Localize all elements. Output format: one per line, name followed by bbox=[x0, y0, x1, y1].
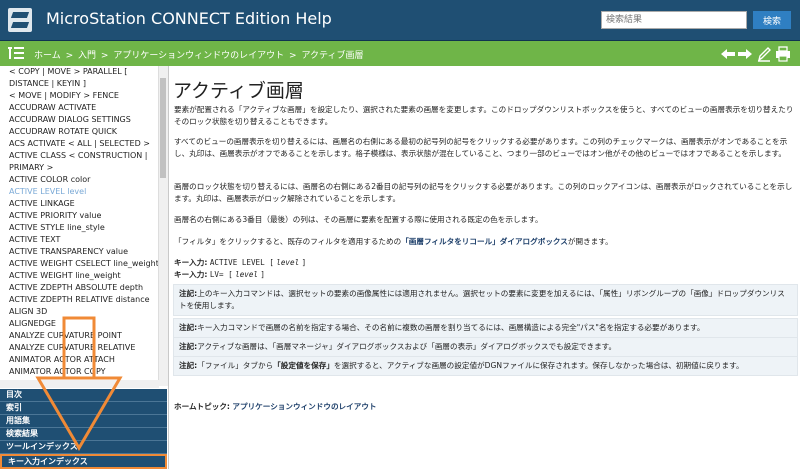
index-item[interactable]: ACTIVE STYLE line_style bbox=[0, 222, 159, 234]
index-item[interactable]: ANIMATOR ACTOR ATTACH bbox=[0, 354, 159, 366]
breadcrumb-current: アクティブ画層 bbox=[301, 51, 364, 61]
nav-tab[interactable]: 目次 bbox=[0, 389, 167, 402]
home-topic-link[interactable]: アプリケーションウィンドウのレイアウト bbox=[232, 402, 376, 411]
keyin-line-1: キー入力: ACTIVE LEVEL [ level ] bbox=[174, 258, 307, 267]
keyin-index-list: < COPY | MOVE > PARALLEL [DISTANCE | KEY… bbox=[0, 66, 159, 380]
index-item[interactable]: ACTIVE CLASS < CONSTRUCTION | bbox=[0, 150, 159, 162]
back-arrow-icon[interactable] bbox=[720, 45, 736, 63]
toc-toggle-icon[interactable] bbox=[8, 46, 24, 60]
toolbar bbox=[720, 45, 792, 63]
index-item[interactable]: ACTIVE WEIGHT CSELECT line_weight bbox=[0, 258, 159, 270]
note-4: 注記:「ファイル」タブから「設定値を保存」を選択すると、アクティブな画層の設定値… bbox=[173, 356, 798, 376]
note-1: 注記:上のキー入力コマンドは、選択セットの要素の画像属性には適用されません。選択… bbox=[173, 284, 798, 316]
paragraph-4: 画層名の右側にある3番目（最後）の列は、その画層に要素を配置する際に使用される既… bbox=[174, 215, 543, 224]
nav-tabs: 目次 索引 用語集 検索結果 ツールインデックス キー入力インデックス bbox=[0, 389, 167, 469]
search-input[interactable] bbox=[601, 11, 747, 29]
app-title: MicroStation CONNECT Edition Help bbox=[46, 9, 332, 28]
index-item[interactable]: ACTIVE WEIGHT line_weight bbox=[0, 270, 159, 282]
index-item[interactable]: < COPY | MOVE > PARALLEL [ bbox=[0, 66, 159, 78]
index-item[interactable]: ACS ACTIVATE < ALL | SELECTED > bbox=[0, 138, 159, 150]
print-icon[interactable] bbox=[775, 45, 791, 63]
edit-pencil-icon[interactable] bbox=[756, 45, 772, 63]
search-button[interactable]: 検索 bbox=[753, 11, 791, 29]
index-item[interactable]: ACTIVE ZDEPTH RELATIVE distance bbox=[0, 294, 159, 306]
index-item[interactable]: ALIGNEDGE bbox=[0, 318, 159, 330]
breadcrumb-getting-started[interactable]: 入門 bbox=[78, 51, 96, 61]
scroll-thumb[interactable] bbox=[160, 78, 166, 178]
index-item[interactable]: ACCUDRAW ACTIVATE bbox=[0, 102, 159, 114]
page-title: アクティブ画層 bbox=[173, 80, 304, 102]
index-item[interactable]: ACTIVE PRIORITY value bbox=[0, 210, 159, 222]
index-item[interactable]: ACTIVE TRANSPARENCY value bbox=[0, 246, 159, 258]
nav-tab[interactable]: 検索結果 bbox=[0, 428, 167, 441]
index-item[interactable]: ANIMATOR ACTOR COPY bbox=[0, 366, 159, 378]
paragraph-5: 「フィルタ」をクリックすると、既存のフィルタを適用するための「画層フィルタをリコ… bbox=[174, 237, 613, 246]
index-item[interactable]: ACTIVE TEXT bbox=[0, 234, 159, 246]
index-item[interactable]: ANALYZE CURVATURE RELATIVE bbox=[0, 342, 159, 354]
index-item[interactable]: ANALYZE CURVATURE POINT bbox=[0, 330, 159, 342]
nav-tab[interactable]: 索引 bbox=[0, 402, 167, 415]
topic-content: アクティブ画層 要素が配置される「アクティブな画層」を設定したり、選択された要素… bbox=[170, 66, 800, 469]
paragraph-3: 画層のロック状態を切り替えるには、画層名の右側にある2番目の記号列の記号をクリッ… bbox=[174, 182, 793, 203]
index-item[interactable]: ACTIVE ZDEPTH ABSOLUTE depth bbox=[0, 282, 159, 294]
paragraph-2: すべてのビューの画層表示を切り替えるには、画層名の右側にある最初の記号列の記号を… bbox=[174, 137, 788, 158]
paragraph-1: 要素が配置される「アクティブな画層」を設定したり、選択された要素の画層を変更しま… bbox=[174, 105, 794, 126]
note-3: 注記:アクティブな画層は、「画層マネージャ」ダイアログボックスおよび「画層の表示… bbox=[173, 337, 798, 357]
sidebar-scrollbar[interactable] bbox=[158, 66, 168, 386]
recall-level-filter-link[interactable]: 「画層フィルタをリコール」ダイアログボックス bbox=[401, 237, 568, 246]
breadcrumb-home[interactable]: ホーム bbox=[34, 51, 61, 61]
index-item[interactable]: ACTIVE COLOR color bbox=[0, 174, 159, 186]
forward-arrow-icon[interactable] bbox=[737, 45, 753, 63]
nav-tab[interactable]: キー入力インデックス bbox=[0, 454, 167, 469]
index-item[interactable]: ALIGN 3D bbox=[0, 306, 159, 318]
index-item[interactable]: ACTIVE LEVEL level bbox=[0, 186, 159, 198]
index-item[interactable]: ACCUDRAW ROTATE QUICK bbox=[0, 126, 159, 138]
nav-tab[interactable]: 用語集 bbox=[0, 415, 167, 428]
app-header: MicroStation CONNECT Edition Help 検索 bbox=[0, 0, 800, 41]
sidebar-horizontal-scrollbar[interactable] bbox=[0, 380, 159, 388]
breadcrumb-window-layout[interactable]: アプリケーションウィンドウのレイアウト bbox=[113, 51, 284, 61]
bentley-logo-icon bbox=[8, 8, 32, 32]
nav-tab[interactable]: ツールインデックス bbox=[0, 441, 167, 454]
index-item[interactable]: DISTANCE | KEYIN ] bbox=[0, 78, 159, 90]
breadcrumb-bar: ホーム > 入門 > アプリケーションウィンドウのレイアウト > アクティブ画層 bbox=[0, 41, 800, 66]
sidebar: < COPY | MOVE > PARALLEL [DISTANCE | KEY… bbox=[0, 66, 169, 469]
index-item[interactable]: < MOVE | MODIFY > FENCE bbox=[0, 90, 159, 102]
home-topic: ホームトピック: アプリケーションウィンドウのレイアウト bbox=[174, 402, 377, 411]
index-item[interactable]: PRIMARY > bbox=[0, 162, 159, 174]
note-2: 注記:キー入力コマンドで画層の名前を指定する場合、その名前に複数の画層を割り当て… bbox=[173, 318, 798, 338]
keyin-line-2: キー入力: LV= [ level ] bbox=[174, 270, 265, 279]
breadcrumb: ホーム > 入門 > アプリケーションウィンドウのレイアウト > アクティブ画層 bbox=[34, 51, 364, 61]
index-item[interactable]: ACTIVE LINKAGE bbox=[0, 198, 159, 210]
index-item[interactable]: ACCUDRAW DIALOG SETTINGS bbox=[0, 114, 159, 126]
